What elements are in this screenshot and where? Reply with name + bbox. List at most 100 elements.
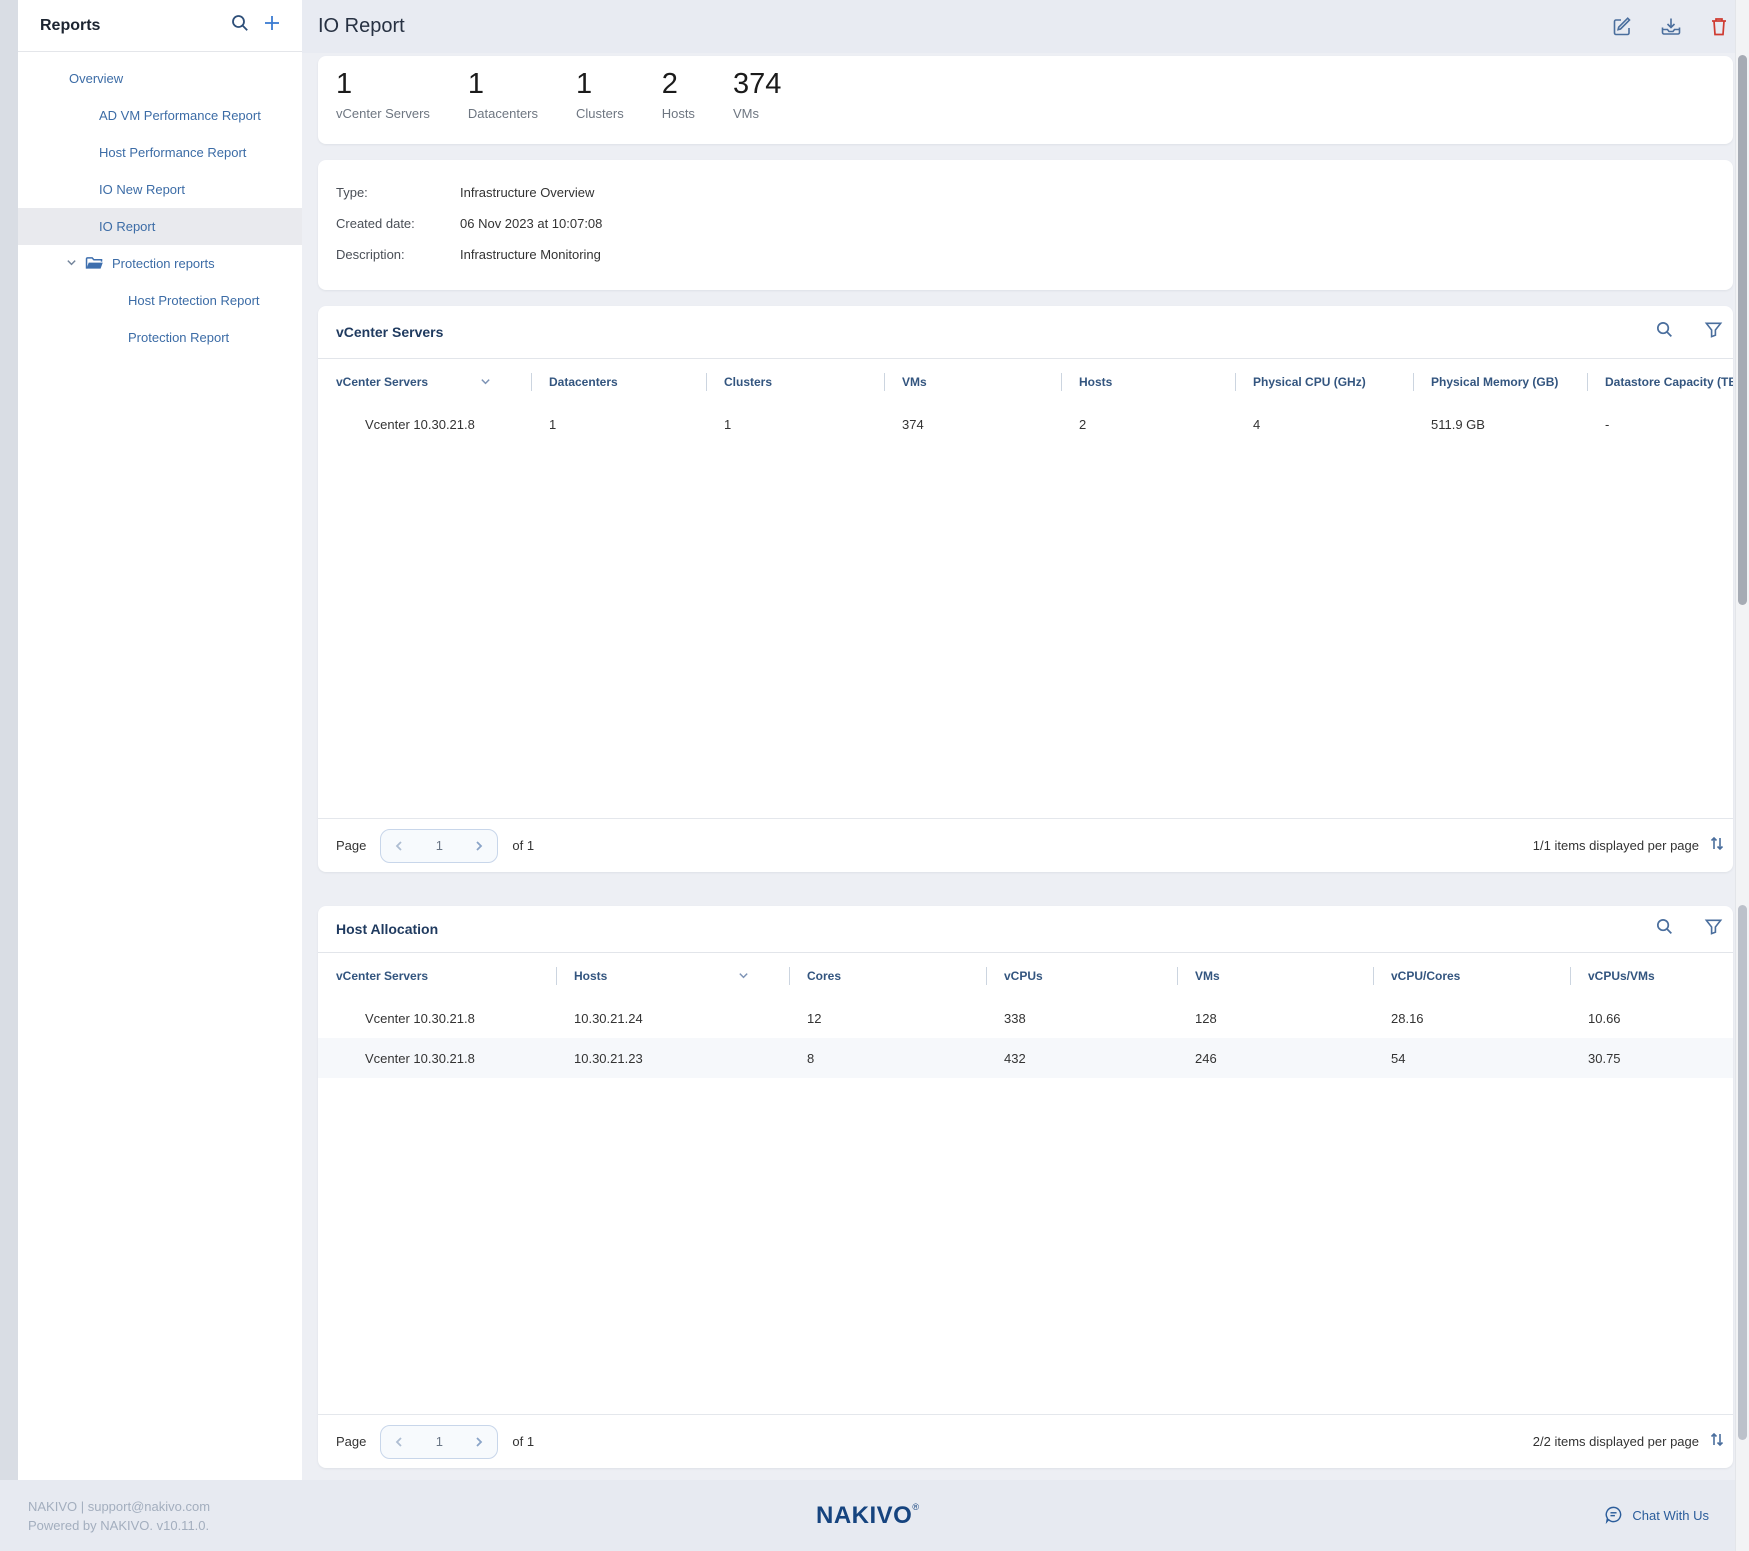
sidebar-item-label: IO New Report (99, 182, 185, 197)
add-report-icon[interactable] (262, 13, 282, 38)
left-edge-strip (0, 0, 18, 1480)
table-row[interactable]: Vcenter 10.30.21.810.30.21.241233812828.… (318, 998, 1733, 1038)
items-per-page-icon[interactable] (1709, 1431, 1725, 1453)
sort-chevron-icon[interactable] (480, 376, 491, 387)
items-per-page-label: 1/1 items displayed per page (1533, 838, 1699, 853)
items-per-page-label: 2/2 items displayed per page (1533, 1434, 1699, 1449)
column-header-clusters[interactable]: Clusters (706, 359, 884, 404)
chat-with-us-button[interactable]: Chat With Us (1315, 1505, 1735, 1527)
column-header-datacenters[interactable]: Datacenters (531, 359, 706, 404)
table-cell: 54 (1373, 1051, 1570, 1066)
sidebar-item-host-protection-report[interactable]: Host Protection Report (18, 282, 302, 319)
stat-label: Hosts (662, 106, 695, 121)
sidebar-item-io-new-report[interactable]: IO New Report (18, 171, 302, 208)
next-page-button[interactable] (471, 1434, 487, 1450)
table-row[interactable]: Vcenter 10.30.21.81137424511.9 GB- (318, 404, 1733, 444)
sidebar-item-ad-vm-performance-report[interactable]: AD VM Performance Report (18, 97, 302, 134)
column-header-hosts[interactable]: Hosts (1061, 359, 1235, 404)
column-header-cores[interactable]: Cores (789, 953, 986, 998)
table-cell: 8 (789, 1051, 986, 1066)
page-number[interactable]: 1 (436, 838, 443, 853)
scrollbar-thumb[interactable] (1738, 55, 1747, 605)
stat-label: VMs (733, 106, 781, 121)
column-header-vcpus-vms[interactable]: vCPUs/VMs (1570, 953, 1733, 998)
stat-label: vCenter Servers (336, 106, 430, 121)
column-header-label: Datastore Capacity (TB) (1605, 375, 1733, 389)
table-cell: Vcenter 10.30.21.8 (318, 1051, 556, 1066)
column-header-vms[interactable]: VMs (884, 359, 1061, 404)
sort-chevron-icon[interactable] (738, 970, 749, 981)
prev-page-button[interactable] (391, 838, 407, 854)
stat-label: Datacenters (468, 106, 538, 121)
info-value: Infrastructure Overview (460, 185, 594, 200)
next-page-button[interactable] (471, 838, 487, 854)
page-label: Page (336, 1434, 366, 1449)
column-header-vcenter-servers[interactable]: vCenter Servers (318, 359, 531, 404)
column-header-hosts[interactable]: Hosts (556, 953, 789, 998)
column-header-vcpu-cores[interactable]: vCPU/Cores (1373, 953, 1570, 998)
footer-version-line: Powered by NAKIVO. v10.11.0. (28, 1516, 420, 1535)
sidebar-item-label: Protection reports (112, 256, 215, 271)
table-body: Vcenter 10.30.21.810.30.21.241233812828.… (318, 998, 1733, 1414)
column-header-label: Cores (807, 969, 841, 983)
table-row[interactable]: Vcenter 10.30.21.810.30.21.2384322465430… (318, 1038, 1733, 1078)
table-cell: Vcenter 10.30.21.8 (318, 417, 531, 432)
column-header-label: vCPUs/VMs (1588, 969, 1655, 983)
column-header-datastore-capacity-tb[interactable]: Datastore Capacity (TB) (1587, 359, 1733, 404)
sidebar-item-host-performance-report[interactable]: Host Performance Report (18, 134, 302, 171)
table-search-icon[interactable] (1655, 917, 1674, 941)
export-report-icon[interactable] (1660, 16, 1682, 37)
page-control: 1 (380, 1425, 498, 1459)
stat-hosts: 2Hosts (662, 64, 695, 121)
table-cell: 2 (1061, 417, 1235, 432)
column-header-vcpus[interactable]: vCPUs (986, 953, 1177, 998)
items-per-page-icon[interactable] (1709, 835, 1725, 857)
column-header-physical-cpu-ghz[interactable]: Physical CPU (GHz) (1235, 359, 1413, 404)
table-cell: 511.9 GB (1413, 417, 1587, 432)
page-number[interactable]: 1 (436, 1434, 443, 1449)
host-pagination: Page 1 of 1 2/2 items displayed per page (318, 1414, 1733, 1468)
prev-page-button[interactable] (391, 1434, 407, 1450)
table-cell: 1 (706, 417, 884, 432)
sidebar-item-label: Host Performance Report (99, 145, 246, 160)
table-header-row: vCenter Servers Datacenters ClustersVMs Hos… (318, 358, 1733, 404)
sidebar-item-io-report[interactable]: IO Report (18, 208, 302, 245)
delete-report-icon[interactable] (1709, 16, 1729, 37)
table-cell: 12 (789, 1011, 986, 1026)
edit-report-icon[interactable] (1612, 16, 1633, 37)
info-value: Infrastructure Monitoring (460, 247, 601, 262)
column-header-label: vCenter Servers (336, 375, 428, 389)
column-header-label: Hosts (1079, 375, 1112, 389)
table-cell: 246 (1177, 1051, 1373, 1066)
info-value: 06 Nov 2023 at 10:07:08 (460, 216, 602, 231)
sidebar-title: Reports (40, 17, 230, 35)
page-label: Page (336, 838, 366, 853)
table-cell: 374 (884, 417, 1061, 432)
table-search-icon[interactable] (1655, 320, 1674, 344)
table-filter-icon[interactable] (1704, 917, 1723, 941)
vcenter-servers-card: vCenter Servers vCenter Servers Datacente… (318, 306, 1733, 872)
column-header-vcenter-servers[interactable]: vCenter Servers (318, 953, 556, 998)
report-info-card: Type:Infrastructure OverviewCreated date… (318, 160, 1733, 290)
column-header-label: Datacenters (549, 375, 618, 389)
page-title: IO Report (318, 15, 1612, 38)
column-header-physical-memory-gb[interactable]: Physical Memory (GB) (1413, 359, 1587, 404)
scrollbar-thumb[interactable] (1738, 905, 1747, 1440)
summary-stats-card: 1vCenter Servers1Datacenters1Clusters2Ho… (318, 56, 1733, 144)
table-body: Vcenter 10.30.21.81137424511.9 GB- (318, 404, 1733, 818)
sidebar-item-protection-report[interactable]: Protection Report (18, 319, 302, 356)
table-filter-icon[interactable] (1704, 320, 1723, 344)
sidebar-item-protection-reports[interactable]: Protection reports (18, 245, 302, 282)
table-cell: 1 (531, 417, 706, 432)
sidebar-item-overview[interactable]: Overview (18, 60, 302, 97)
search-reports-icon[interactable] (230, 13, 250, 38)
column-header-vms[interactable]: VMs (1177, 953, 1373, 998)
column-header-label: vCPU/Cores (1391, 969, 1460, 983)
vertical-scrollbar[interactable] (1735, 0, 1749, 1551)
table-cell: 4 (1235, 417, 1413, 432)
registered-mark: ® (912, 1502, 919, 1512)
stat-value: 1 (468, 64, 538, 104)
chevron-down-icon[interactable] (66, 256, 77, 271)
stat-vcenter-servers: 1vCenter Servers (336, 64, 430, 121)
sidebar-header: Reports (18, 0, 302, 52)
